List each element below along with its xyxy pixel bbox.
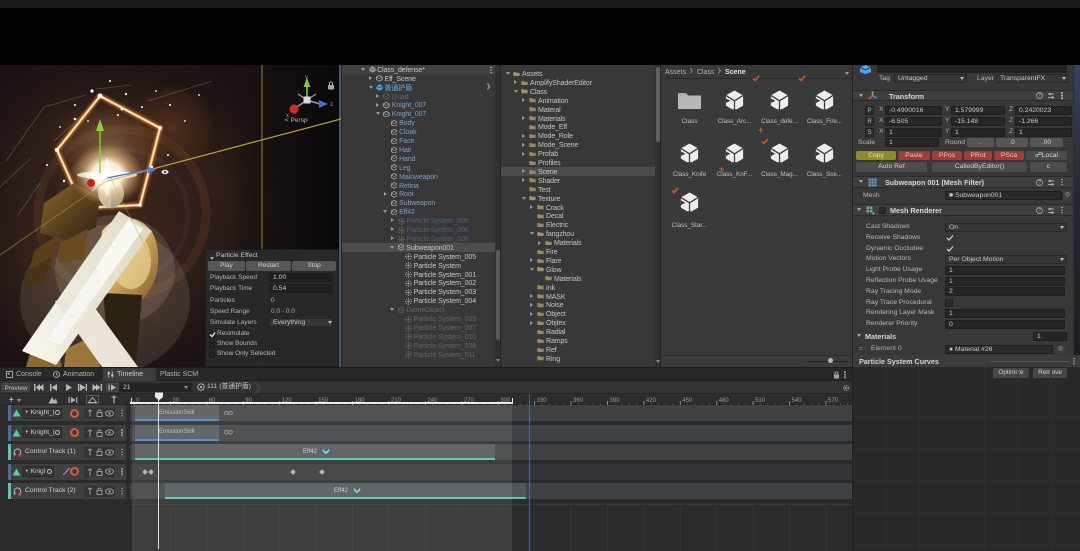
svg-text:y: y bbox=[305, 75, 308, 81]
svg-text:z: z bbox=[330, 102, 333, 108]
svg-text:480: 480 bbox=[719, 398, 730, 404]
svg-text:360: 360 bbox=[573, 398, 584, 404]
svg-text:540: 540 bbox=[792, 398, 803, 404]
svg-text:510: 510 bbox=[755, 398, 766, 404]
svg-text:390: 390 bbox=[610, 398, 621, 404]
svg-text:330: 330 bbox=[537, 398, 548, 404]
svg-text:450: 450 bbox=[682, 398, 693, 404]
svg-text:420: 420 bbox=[646, 398, 657, 404]
svg-text:570: 570 bbox=[828, 398, 839, 404]
